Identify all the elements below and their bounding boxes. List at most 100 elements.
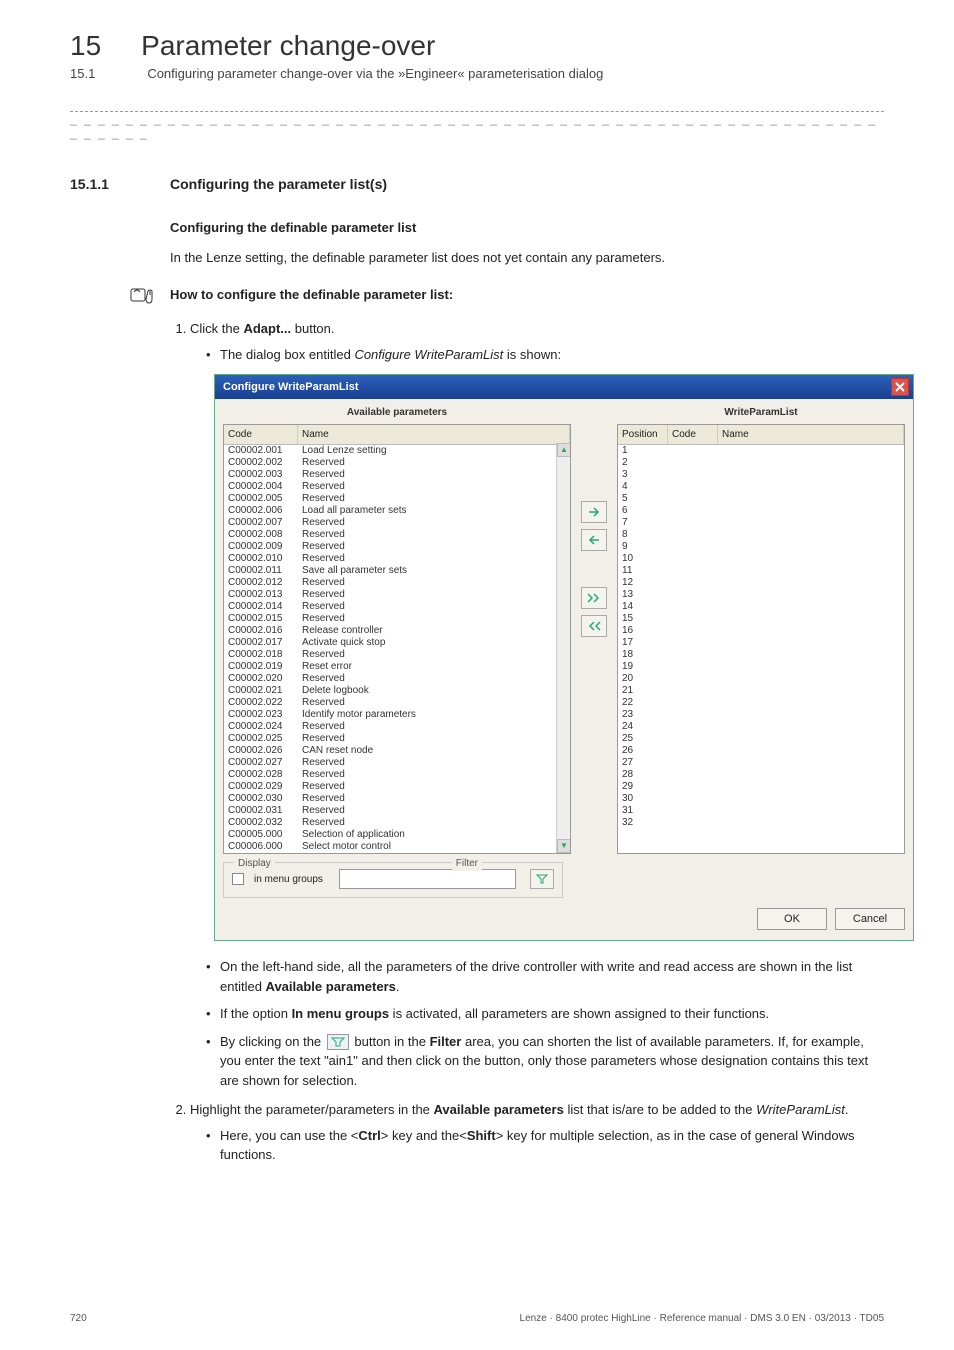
scroll-down-icon[interactable]: ▼ — [557, 839, 571, 853]
writeparamlist-row[interactable]: 25 — [618, 733, 904, 745]
writeparamlist-row[interactable]: 30 — [618, 793, 904, 805]
available-param-row[interactable]: C00002.002Reserved — [224, 457, 570, 469]
available-param-row[interactable]: C00002.014Reserved — [224, 601, 570, 613]
col-code-right[interactable]: Code — [668, 425, 718, 444]
writeparamlist-heading: WriteParamList — [617, 405, 905, 420]
writeparamlist-row[interactable]: 23 — [618, 709, 904, 721]
writeparamlist-list[interactable]: Position Code Name 123456789101112131415… — [617, 424, 905, 854]
available-param-row[interactable]: C00002.032Reserved — [224, 817, 570, 829]
writeparamlist-row[interactable]: 19 — [618, 661, 904, 673]
available-param-row[interactable]: C00002.029Reserved — [224, 781, 570, 793]
add-one-button[interactable] — [581, 501, 607, 523]
ab2a: If the option — [220, 1006, 292, 1021]
available-param-row[interactable]: C00002.007Reserved — [224, 517, 570, 529]
writeparamlist-row[interactable]: 14 — [618, 601, 904, 613]
available-param-row[interactable]: C00002.008Reserved — [224, 529, 570, 541]
scrollbar[interactable]: ▲ ▼ — [556, 443, 570, 853]
available-param-row[interactable]: C00002.027Reserved — [224, 757, 570, 769]
add-all-button[interactable] — [581, 587, 607, 609]
writeparamlist-row[interactable]: 20 — [618, 673, 904, 685]
available-param-row[interactable]: C00002.003Reserved — [224, 469, 570, 481]
transfer-buttons — [577, 405, 611, 898]
available-param-row[interactable]: C00002.026CAN reset node — [224, 745, 570, 757]
available-param-row[interactable]: C00002.010Reserved — [224, 553, 570, 565]
available-param-row[interactable]: C00002.023Identify motor parameters — [224, 709, 570, 721]
available-param-row[interactable]: C00002.021Delete logbook — [224, 685, 570, 697]
ok-button[interactable]: OK — [757, 908, 827, 930]
writeparamlist-row[interactable]: 28 — [618, 769, 904, 781]
s2e: . — [845, 1102, 849, 1117]
step-1: Click the Adapt... button. The dialog bo… — [190, 319, 884, 1090]
available-list-header: Code Name — [224, 425, 570, 445]
available-param-row[interactable]: C00006.000Select motor control — [224, 841, 570, 853]
section-header: 15.1 Configuring parameter change-over v… — [70, 66, 884, 81]
writeparamlist-row[interactable]: 1 — [618, 445, 904, 457]
cancel-button[interactable]: Cancel — [835, 908, 905, 930]
remove-all-button[interactable] — [581, 615, 607, 637]
writeparamlist-row[interactable]: 3 — [618, 469, 904, 481]
filter-input[interactable] — [339, 869, 516, 889]
writeparamlist-row[interactable]: 32 — [618, 817, 904, 829]
available-param-row[interactable]: C00002.013Reserved — [224, 589, 570, 601]
available-param-row[interactable]: C00002.024Reserved — [224, 721, 570, 733]
col-position[interactable]: Position — [618, 425, 668, 444]
available-param-row[interactable]: C00002.011Save all parameter sets — [224, 565, 570, 577]
writeparamlist-row[interactable]: 12 — [618, 577, 904, 589]
available-param-row[interactable]: C00002.030Reserved — [224, 793, 570, 805]
available-param-row[interactable]: C00002.004Reserved — [224, 481, 570, 493]
writeparamlist-row[interactable]: 13 — [618, 589, 904, 601]
writeparamlist-row[interactable]: 8 — [618, 529, 904, 541]
funnel-icon — [536, 874, 548, 884]
writeparamlist-row[interactable]: 18 — [618, 649, 904, 661]
available-param-row[interactable]: C00002.018Reserved — [224, 649, 570, 661]
available-param-row[interactable]: C00002.028Reserved — [224, 769, 570, 781]
writeparamlist-row[interactable]: 24 — [618, 721, 904, 733]
available-param-row[interactable]: C00002.020Reserved — [224, 673, 570, 685]
in-menu-groups-checkbox[interactable] — [232, 873, 244, 885]
available-param-row[interactable]: C00002.006Load all parameter sets — [224, 505, 570, 517]
writeparamlist-row[interactable]: 21 — [618, 685, 904, 697]
writeparamlist-row[interactable]: 15 — [618, 613, 904, 625]
chapter-number: 15 — [70, 30, 101, 62]
available-param-row[interactable]: C00002.017Activate quick stop — [224, 637, 570, 649]
available-param-row[interactable]: C00002.001Load Lenze setting — [224, 445, 570, 457]
available-param-row[interactable]: C00002.015Reserved — [224, 613, 570, 625]
available-param-row[interactable]: C00002.022Reserved — [224, 697, 570, 709]
col-name[interactable]: Name — [298, 425, 570, 444]
col-code[interactable]: Code — [224, 425, 298, 444]
available-param-row[interactable]: C00002.009Reserved — [224, 541, 570, 553]
writeparamlist-row[interactable]: 2 — [618, 457, 904, 469]
writeparamlist-row[interactable]: 11 — [618, 565, 904, 577]
in-menu-groups-label: in menu groups — [254, 872, 323, 887]
filter-apply-button[interactable] — [530, 869, 554, 889]
available-param-row[interactable]: C00002.012Reserved — [224, 577, 570, 589]
writeparamlist-row[interactable]: 16 — [618, 625, 904, 637]
writeparamlist-row[interactable]: 10 — [618, 553, 904, 565]
writeparamlist-row[interactable]: 31 — [618, 805, 904, 817]
available-param-row[interactable]: C00005.000Selection of application — [224, 829, 570, 841]
available-parameters-list[interactable]: Code Name C00002.001Load Lenze settingC0… — [223, 424, 571, 854]
filter-legend: Filter — [452, 856, 482, 871]
writeparamlist-row[interactable]: 17 — [618, 637, 904, 649]
section-number: 15.1 — [70, 66, 95, 81]
available-param-row[interactable]: C00002.005Reserved — [224, 493, 570, 505]
writeparamlist-row[interactable]: 26 — [618, 745, 904, 757]
available-param-row[interactable]: C00002.031Reserved — [224, 805, 570, 817]
writeparamlist-row[interactable]: 22 — [618, 697, 904, 709]
writeparamlist-row[interactable]: 27 — [618, 757, 904, 769]
available-param-row[interactable]: C00007.000Select control mode — [224, 853, 570, 854]
writeparamlist-row[interactable]: 29 — [618, 781, 904, 793]
remove-one-button[interactable] — [581, 529, 607, 551]
scroll-up-icon[interactable]: ▲ — [557, 443, 571, 457]
writeparamlist-row[interactable]: 4 — [618, 481, 904, 493]
dialog-close-button[interactable] — [891, 378, 909, 396]
available-param-row[interactable]: C00002.025Reserved — [224, 733, 570, 745]
available-param-row[interactable]: C00002.019Reset error — [224, 661, 570, 673]
writeparamlist-row[interactable]: 7 — [618, 517, 904, 529]
s2sb: Ctrl — [358, 1128, 380, 1143]
writeparamlist-row[interactable]: 5 — [618, 493, 904, 505]
col-name-right[interactable]: Name — [718, 425, 904, 444]
writeparamlist-row[interactable]: 9 — [618, 541, 904, 553]
writeparamlist-row[interactable]: 6 — [618, 505, 904, 517]
available-param-row[interactable]: C00002.016Release controller — [224, 625, 570, 637]
